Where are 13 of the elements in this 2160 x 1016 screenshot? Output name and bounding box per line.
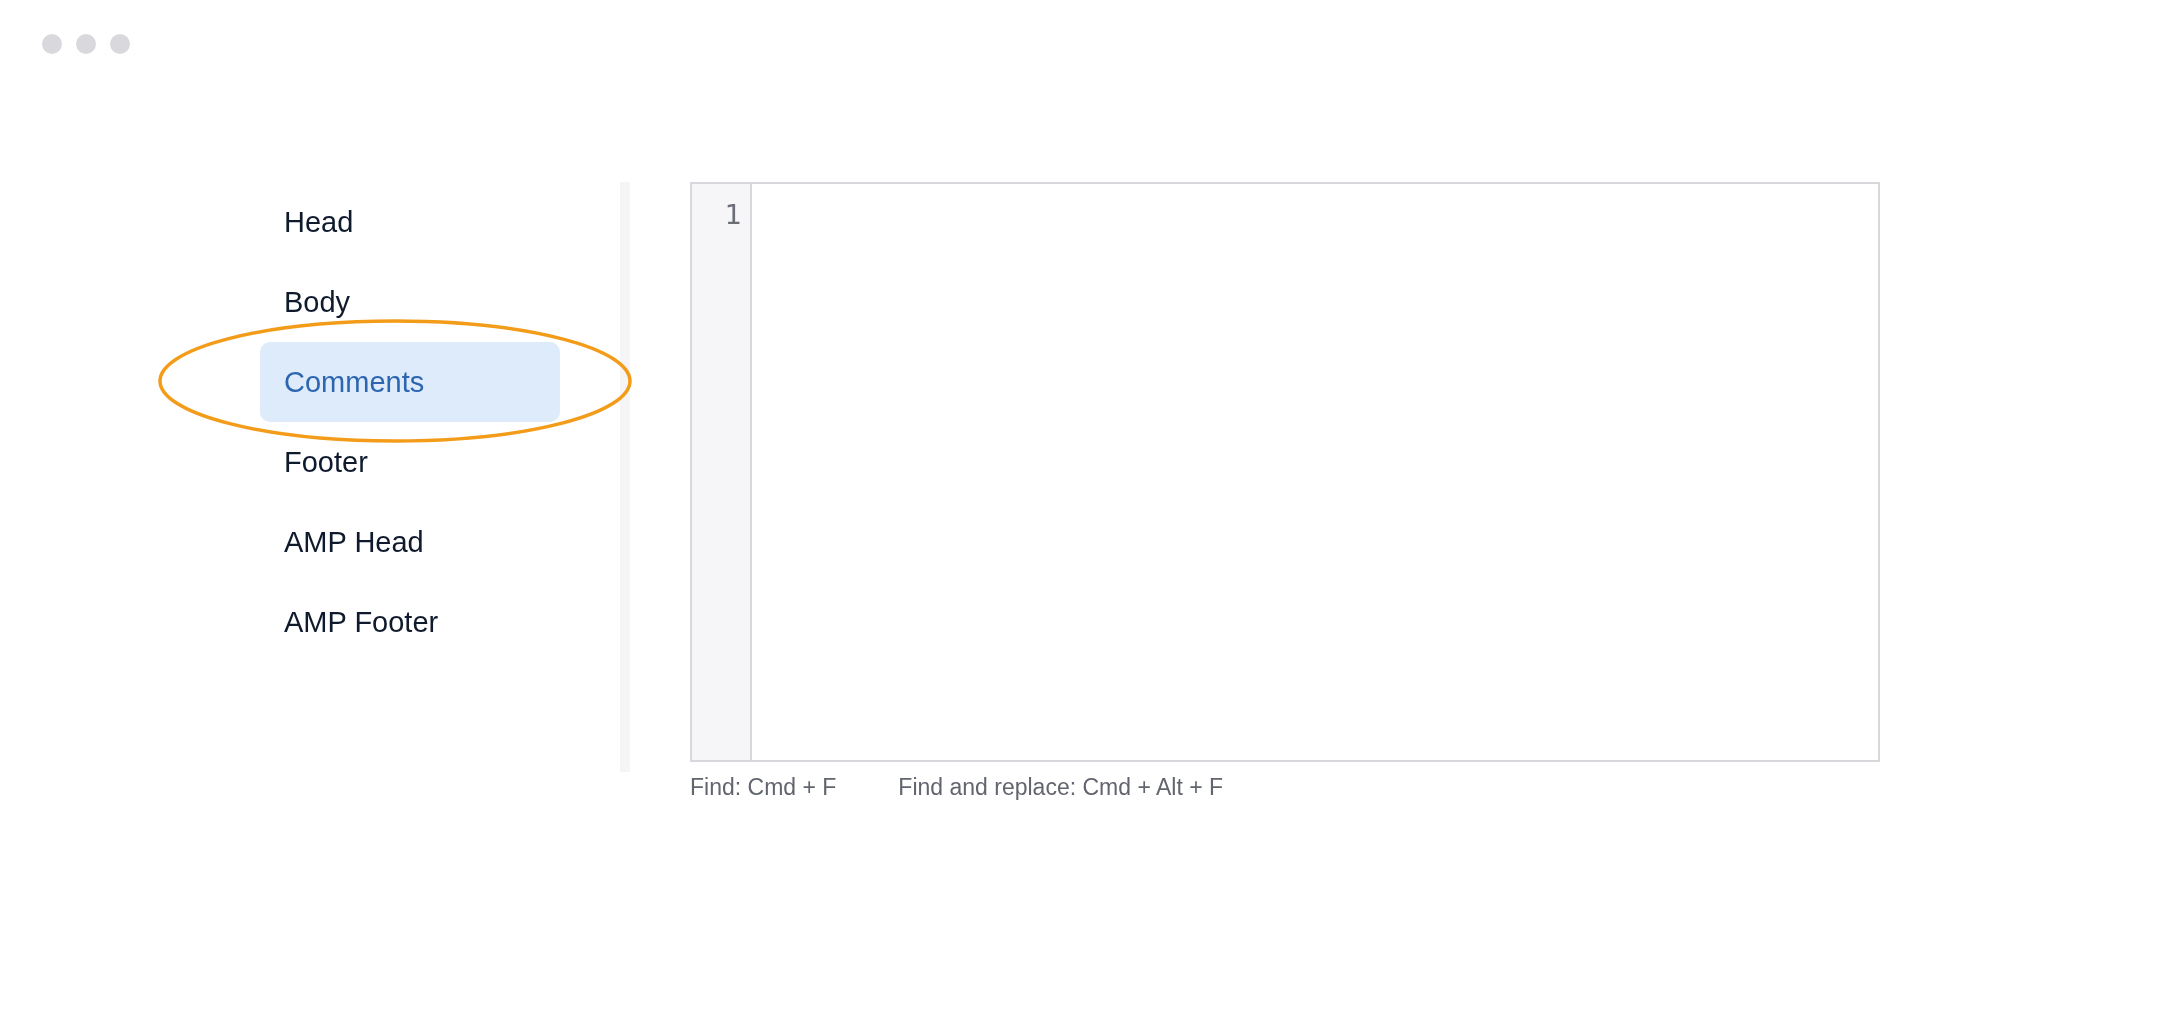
- sidebar-item[interactable]: Body: [260, 262, 560, 342]
- sidebar-item[interactable]: AMP Footer: [260, 582, 560, 662]
- shortcut-hint: Find: Cmd + F: [690, 774, 837, 801]
- window-control-dot[interactable]: [42, 34, 62, 54]
- line-number: 1: [724, 198, 742, 232]
- window-control-dot[interactable]: [110, 34, 130, 54]
- sidebar-item[interactable]: Footer: [260, 422, 560, 502]
- window-control-dot[interactable]: [76, 34, 96, 54]
- sidebar-item[interactable]: AMP Head: [260, 502, 560, 582]
- sidebar-item[interactable]: Head: [260, 182, 560, 262]
- shortcut-hint: Find and replace: Cmd + Alt + F: [898, 774, 1224, 801]
- sidebar-item[interactable]: Comments: [260, 342, 560, 422]
- code-editor[interactable]: 1: [690, 182, 1880, 762]
